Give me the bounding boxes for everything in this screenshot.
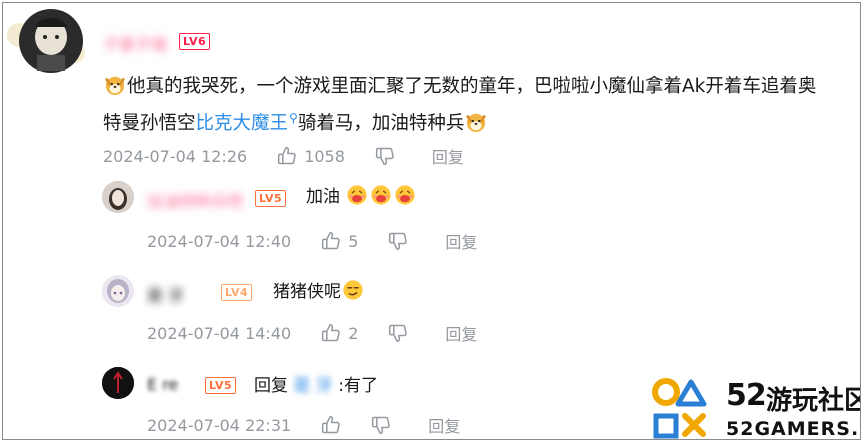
avatar[interactable] bbox=[102, 367, 134, 399]
dislike-icon[interactable] bbox=[388, 231, 408, 251]
site-watermark: 52 游玩社区 52GAMERS.COM bbox=[651, 376, 861, 440]
comment-text-line-2: 特曼孙悟空比克大魔王⚲骑着马，加油特种兵 bbox=[103, 105, 488, 137]
reply-text: 猪猪侠呢 bbox=[273, 282, 341, 302]
timestamp: 2024-07-04 14:40 bbox=[147, 323, 292, 343]
like-count: 2 bbox=[348, 323, 359, 343]
reply-username[interactable]: E re bbox=[147, 375, 178, 394]
comment-text: 他真的我哭死，一个游戏里面汇聚了无数的童年，巴啦啦小魔仙拿着Ak开着车追着奥 bbox=[127, 76, 817, 97]
timestamp: 2024-07-04 12:40 bbox=[147, 231, 292, 251]
like-icon[interactable] bbox=[277, 146, 297, 166]
like-count: 1058 bbox=[304, 146, 345, 166]
level-badge: LV4 bbox=[221, 284, 253, 301]
reply-button[interactable]: 回复 bbox=[445, 321, 477, 345]
grin-emoji bbox=[394, 184, 416, 206]
level-badge: LV5 bbox=[255, 190, 287, 207]
gamepad-buttons-icon bbox=[652, 378, 707, 439]
watermark-number: 52 bbox=[726, 378, 767, 413]
comment-text: 特曼孙悟空 bbox=[103, 113, 196, 135]
reply-target-link[interactable]: 是 牙 bbox=[293, 376, 332, 396]
comment-username[interactable]: 子豪子喵 bbox=[103, 31, 167, 55]
level-badge: LV6 bbox=[179, 33, 211, 50]
avatar[interactable] bbox=[102, 181, 134, 213]
reply-text-line: 猪猪侠呢 bbox=[273, 279, 365, 305]
dislike-icon[interactable] bbox=[388, 323, 408, 343]
dislike-icon[interactable] bbox=[371, 415, 391, 435]
reply-button[interactable]: 回复 bbox=[428, 413, 460, 437]
reply-meta: 2024-07-04 22:31 回复 bbox=[147, 413, 460, 437]
search-icon[interactable]: ⚲ bbox=[289, 111, 298, 125]
reply-username-text: E re bbox=[147, 375, 179, 394]
reply-button[interactable]: 回复 bbox=[445, 229, 477, 253]
reply-username-text: 是 牙 bbox=[147, 286, 185, 305]
avatar[interactable] bbox=[102, 275, 134, 307]
timestamp: 2024-07-04 22:31 bbox=[147, 415, 292, 435]
comment-text: 骑着马，加油特种兵 bbox=[297, 113, 465, 135]
reply-button[interactable]: 回复 bbox=[432, 144, 464, 168]
reply-prefix: 回复 bbox=[254, 376, 288, 396]
dislike-icon[interactable] bbox=[375, 146, 395, 166]
doge-emoji bbox=[104, 74, 126, 96]
reply-username[interactable]: 加油特种兵吧 bbox=[147, 188, 243, 212]
smirk-emoji bbox=[342, 279, 364, 301]
watermark-name: 游玩社区 bbox=[766, 386, 861, 416]
avatar-image bbox=[102, 275, 134, 307]
timestamp: 2024-07-04 12:26 bbox=[103, 146, 248, 166]
level-badge: LV5 bbox=[205, 377, 237, 394]
search-link[interactable]: 比克大魔王 bbox=[196, 113, 289, 134]
reply-username[interactable]: 是 牙 bbox=[147, 282, 184, 306]
grin-emoji bbox=[370, 184, 392, 206]
comment-text-line-1: 他真的我哭死，一个游戏里面汇聚了无数的童年，巴啦啦小魔仙拿着Ak开着车追着奥 bbox=[103, 74, 816, 100]
reply-text-line: 加油 bbox=[306, 184, 417, 210]
reply-text: 加油 bbox=[306, 187, 340, 207]
comment-thread: 子豪子喵 LV6 他真的我哭死，一个游戏里面汇聚了无数的童年，巴啦啦小魔仙拿着A… bbox=[2, 2, 861, 440]
watermark-domain: 52GAMERS.COM bbox=[726, 418, 860, 440]
comment-meta: 2024-07-04 12:26 1058 回复 bbox=[103, 144, 464, 168]
like-count: 5 bbox=[348, 231, 359, 251]
avatar-image bbox=[102, 367, 134, 399]
like-icon[interactable] bbox=[321, 323, 341, 343]
reply-text: :有了 bbox=[338, 376, 378, 396]
reply-text-line: 回复 是 牙 :有了 bbox=[254, 373, 378, 399]
reply-meta: 2024-07-04 12:40 5 回复 bbox=[147, 229, 477, 253]
like-icon[interactable] bbox=[321, 231, 341, 251]
like-icon[interactable] bbox=[321, 415, 341, 435]
doge-emoji bbox=[465, 111, 487, 133]
avatar-image bbox=[7, 9, 85, 73]
avatar-image bbox=[102, 181, 134, 213]
grin-emoji bbox=[346, 184, 368, 206]
avatar[interactable] bbox=[5, 5, 91, 75]
reply-meta: 2024-07-04 14:40 2 回复 bbox=[147, 321, 477, 345]
